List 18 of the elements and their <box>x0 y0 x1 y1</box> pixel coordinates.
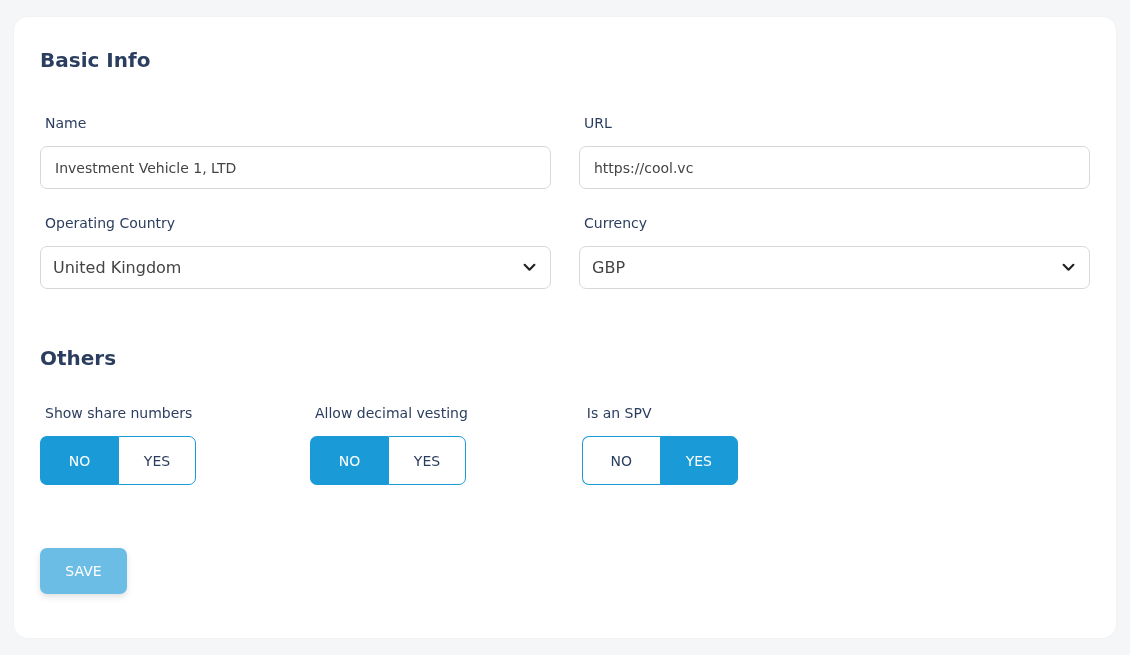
dropdown[interactable]: GBP <box>579 246 1090 289</box>
field-label: Operating Country <box>45 214 176 233</box>
section-heading: Others <box>40 345 117 371</box>
input-field[interactable]: https://cool.vc <box>579 146 1090 189</box>
field-label: Name <box>45 114 87 133</box>
input-field[interactable]: Investment Vehicle 1, LTD <box>40 146 551 189</box>
section-heading: Basic Info <box>40 47 151 73</box>
dropdown[interactable]: United Kingdom <box>40 246 551 289</box>
chevron-down-icon <box>1062 263 1075 272</box>
toggle-option[interactable]: YES <box>118 436 196 485</box>
toggle-label: Is an SPV <box>586 404 652 423</box>
chevron-down-icon <box>523 263 536 272</box>
toggle-option[interactable]: NO <box>581 436 660 485</box>
toggle-option[interactable]: YES <box>388 436 466 485</box>
toggle-label: Show share numbers <box>45 404 193 423</box>
field-label: URL <box>584 114 612 133</box>
field-label: Currency <box>584 214 648 233</box>
toggle-label: Allow decimal vesting <box>315 404 468 423</box>
